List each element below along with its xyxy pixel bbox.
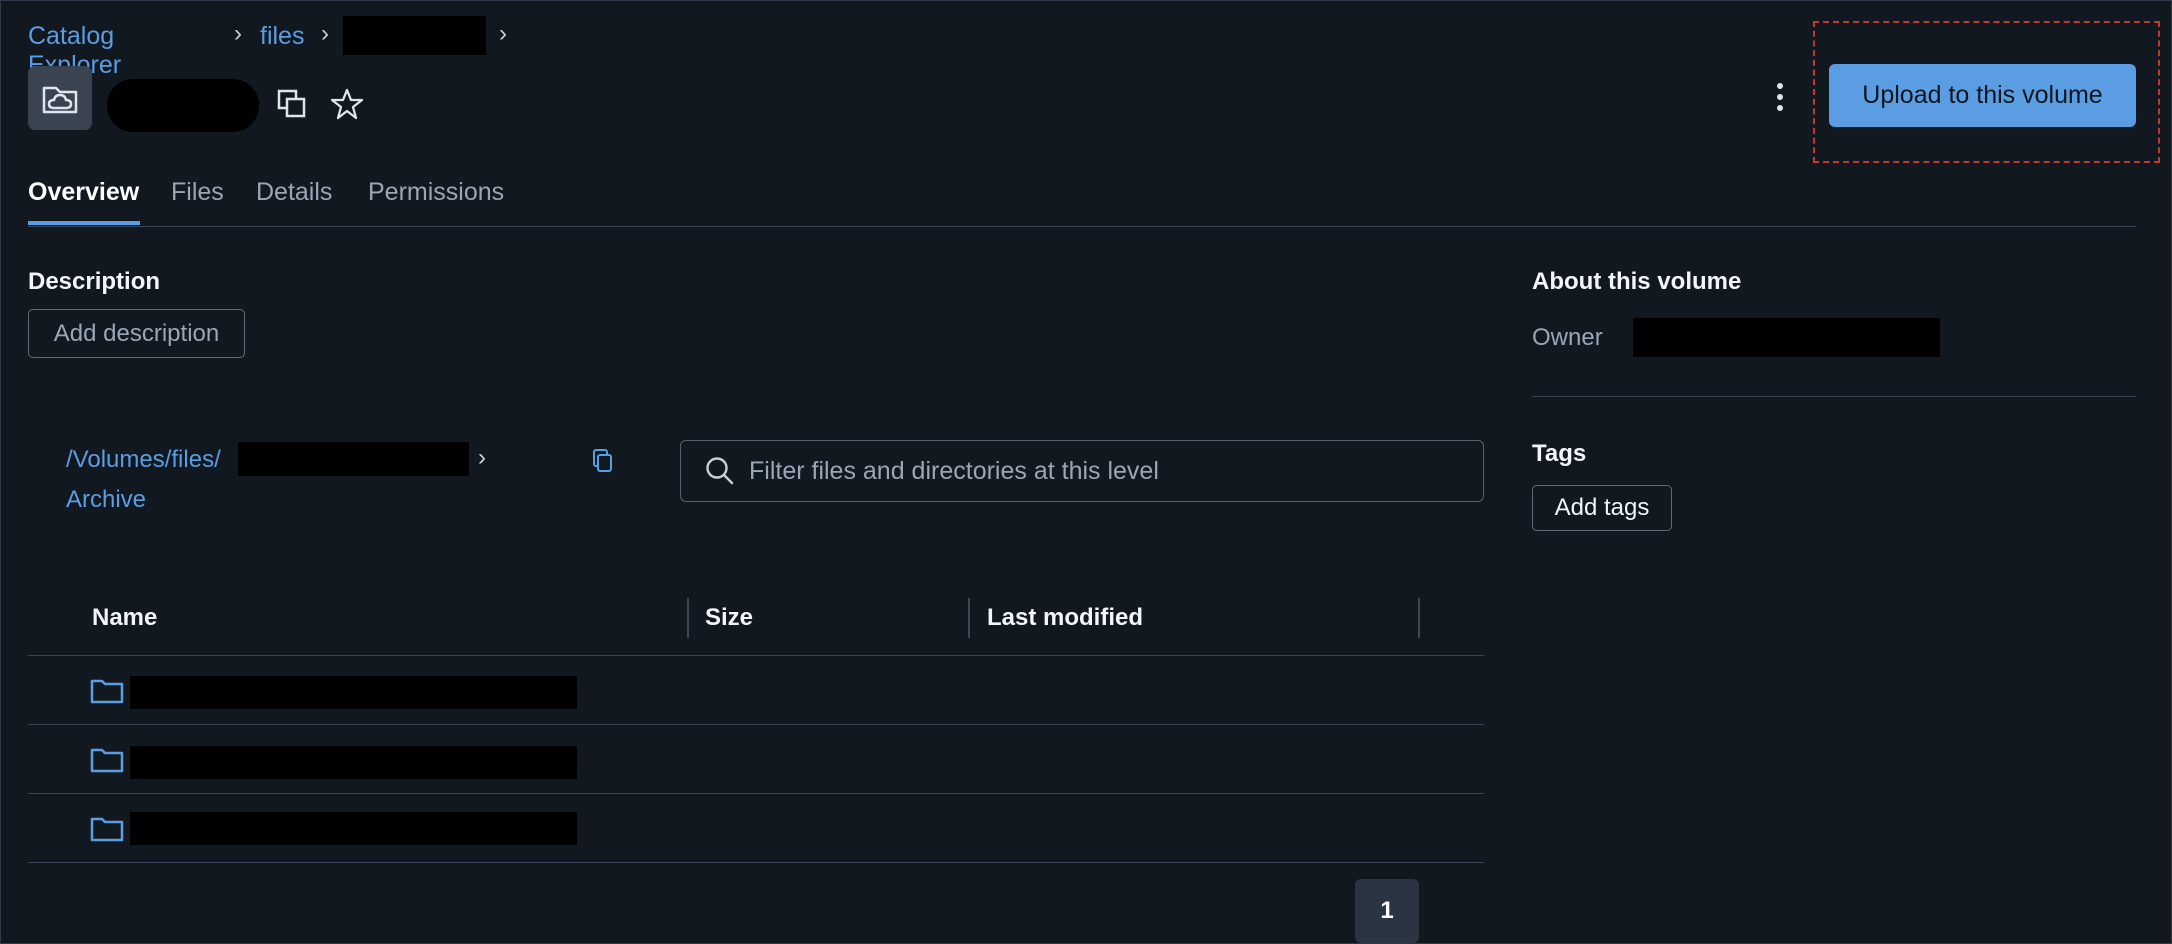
- description-title: Description: [28, 268, 161, 295]
- about-divider: [1532, 396, 2136, 397]
- tabs-divider: [28, 226, 2136, 227]
- column-header-last-modified[interactable]: Last modified: [987, 604, 1143, 632]
- folder-icon: [90, 677, 124, 705]
- table-row[interactable]: [28, 656, 1484, 724]
- tab-overview[interactable]: Overview: [28, 178, 139, 207]
- breadcrumb-files[interactable]: files: [260, 22, 304, 51]
- pagination-page-button[interactable]: 1: [1355, 879, 1419, 943]
- tab-permissions[interactable]: Permissions: [368, 178, 504, 207]
- folder-icon: [90, 746, 124, 774]
- column-divider[interactable]: [1418, 598, 1420, 638]
- breadcrumb-chevron-icon: ›: [321, 20, 329, 47]
- file-name-redacted[interactable]: [130, 812, 577, 845]
- column-divider[interactable]: [968, 598, 970, 638]
- tab-files[interactable]: Files: [171, 178, 224, 207]
- column-header-name[interactable]: Name: [92, 604, 157, 632]
- owner-label: Owner: [1532, 324, 1603, 351]
- file-name-redacted[interactable]: [130, 676, 577, 709]
- volume-cloud-icon: [28, 66, 92, 130]
- file-name-redacted[interactable]: [130, 746, 577, 779]
- copy-path-icon[interactable]: [590, 448, 614, 474]
- about-volume-title: About this volume: [1532, 268, 1742, 295]
- tab-details[interactable]: Details: [256, 178, 332, 207]
- star-icon[interactable]: [329, 86, 365, 122]
- folder-icon: [90, 815, 124, 843]
- table-row[interactable]: [28, 725, 1484, 793]
- volume-path-redacted[interactable]: [238, 442, 469, 476]
- filter-search-box: [680, 440, 1484, 502]
- path-archive-link[interactable]: Archive: [66, 486, 146, 514]
- breadcrumb-redacted-volume[interactable]: [343, 16, 486, 55]
- path-chevron-icon: ›: [478, 444, 486, 471]
- add-tags-button[interactable]: Add tags: [1532, 485, 1672, 531]
- row-divider: [28, 862, 1484, 863]
- tags-title: Tags: [1532, 440, 1587, 467]
- add-description-button[interactable]: Add description: [28, 309, 245, 358]
- table-row[interactable]: [28, 794, 1484, 862]
- column-divider[interactable]: [687, 598, 689, 638]
- owner-value-redacted[interactable]: [1633, 318, 1940, 357]
- filter-files-input[interactable]: [747, 455, 1451, 487]
- breadcrumb-chevron-icon: ›: [234, 20, 242, 47]
- search-icon: [705, 456, 735, 486]
- column-header-size[interactable]: Size: [705, 604, 753, 632]
- upload-to-volume-button[interactable]: Upload to this volume: [1829, 64, 2136, 127]
- active-tab-indicator: [28, 221, 140, 225]
- volume-path-prefix[interactable]: /Volumes/files/: [66, 446, 221, 474]
- volume-title-redacted: [107, 79, 259, 132]
- kebab-menu-icon[interactable]: [1766, 80, 1794, 116]
- breadcrumb-chevron-icon: ›: [499, 20, 507, 47]
- copy-icon[interactable]: [274, 86, 310, 122]
